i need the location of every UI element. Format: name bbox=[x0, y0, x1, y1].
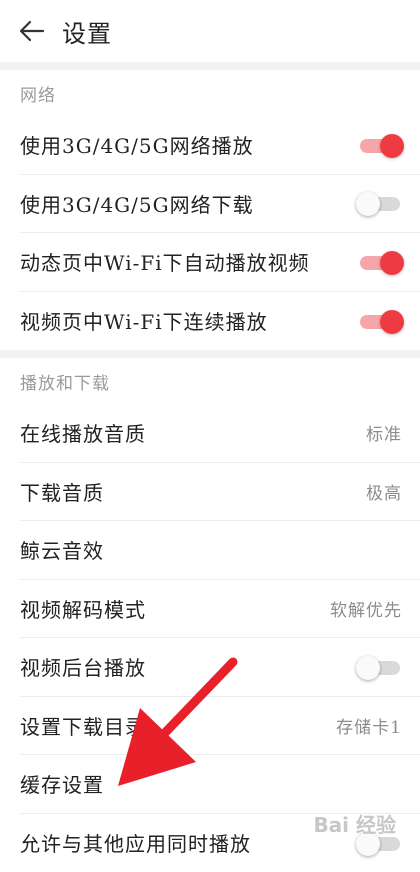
setting-value: 软解优先 bbox=[330, 596, 402, 621]
setting-row-video-continuous[interactable]: 视频页中Wi-Fi下连续播放 bbox=[20, 292, 420, 351]
feed-autoplay-toggle[interactable] bbox=[358, 250, 402, 274]
setting-value: 标准 bbox=[366, 420, 402, 445]
section-divider bbox=[0, 350, 420, 358]
setting-label: 视频页中Wi-Fi下连续播放 bbox=[20, 306, 268, 335]
mobile-play-toggle[interactable] bbox=[358, 133, 402, 157]
setting-label: 视频解码模式 bbox=[20, 594, 146, 623]
setting-row-download-quality[interactable]: 下载音质 极高 bbox=[20, 463, 420, 522]
setting-label: 在线播放音质 bbox=[20, 418, 146, 447]
section-header-playback: 播放和下载 bbox=[0, 358, 420, 404]
watermark-logo: Bai 经验 bbox=[313, 809, 396, 838]
page-title: 设置 bbox=[62, 14, 112, 49]
video-continuous-toggle[interactable] bbox=[358, 309, 402, 333]
setting-label: 动态页中Wi-Fi下自动播放视频 bbox=[20, 247, 310, 276]
setting-row-feed-autoplay[interactable]: 动态页中Wi-Fi下自动播放视频 bbox=[20, 233, 420, 292]
setting-row-download-dir[interactable]: 设置下载目录 存储卡1 bbox=[20, 697, 420, 756]
setting-row-decode-mode[interactable]: 视频解码模式 软解优先 bbox=[20, 580, 420, 639]
playback-section: 播放和下载 在线播放音质 标准 下载音质 极高 鲸云音效 视频解码模式 软解优先… bbox=[0, 358, 420, 872]
setting-label: 鲸云音效 bbox=[20, 535, 104, 564]
section-header-network: 网络 bbox=[0, 70, 420, 116]
setting-label: 使用3G/4G/5G网络播放 bbox=[20, 130, 254, 159]
setting-label: 视频后台播放 bbox=[20, 652, 146, 681]
setting-value: 极高 bbox=[366, 479, 402, 504]
setting-label: 允许与其他应用同时播放 bbox=[20, 828, 251, 857]
setting-label: 下载音质 bbox=[20, 477, 104, 506]
network-section: 网络 使用3G/4G/5G网络播放 使用3G/4G/5G网络下载 动态页中Wi-… bbox=[0, 70, 420, 350]
arrow-left-icon bbox=[19, 20, 45, 42]
setting-label: 设置下载目录 bbox=[20, 711, 146, 740]
setting-row-sound-effect[interactable]: 鲸云音效 bbox=[20, 521, 420, 580]
back-button[interactable] bbox=[2, 0, 62, 62]
setting-label: 使用3G/4G/5G网络下载 bbox=[20, 189, 254, 218]
setting-row-background-play[interactable]: 视频后台播放 bbox=[20, 638, 420, 697]
app-header: 设置 bbox=[0, 0, 420, 62]
setting-row-online-quality[interactable]: 在线播放音质 标准 bbox=[20, 404, 420, 463]
setting-row-cache[interactable]: 缓存设置 bbox=[20, 755, 420, 814]
background-play-toggle[interactable] bbox=[358, 655, 402, 679]
mobile-download-toggle[interactable] bbox=[358, 191, 402, 215]
section-divider bbox=[0, 62, 420, 70]
setting-row-mobile-download[interactable]: 使用3G/4G/5G网络下载 bbox=[20, 175, 420, 234]
setting-label: 缓存设置 bbox=[20, 769, 104, 798]
setting-value: 存储卡1 bbox=[336, 713, 402, 738]
setting-row-mobile-play[interactable]: 使用3G/4G/5G网络播放 bbox=[20, 116, 420, 175]
